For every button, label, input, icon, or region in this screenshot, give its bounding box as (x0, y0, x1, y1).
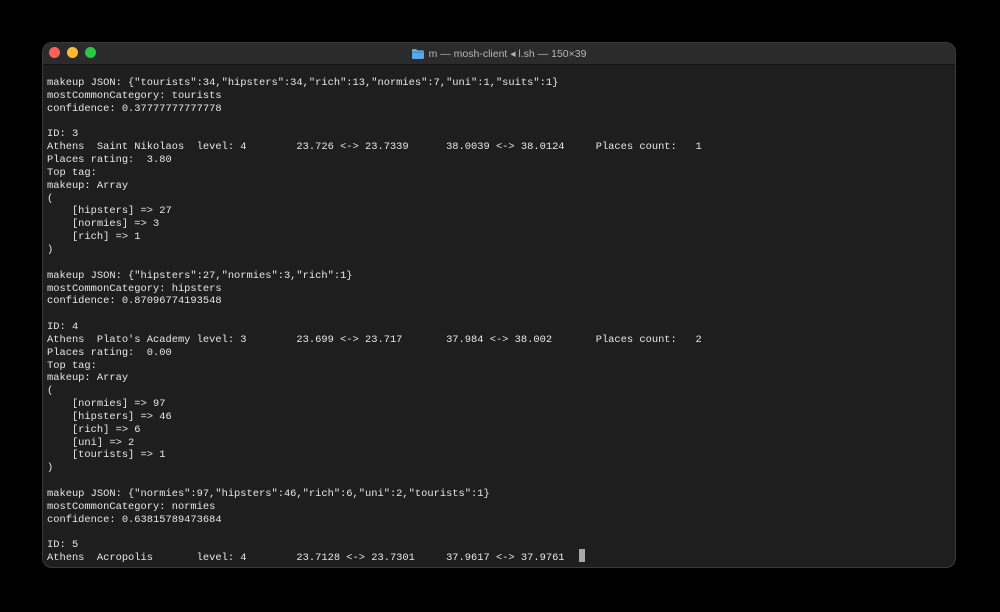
terminal-line: [normies] => 3 (47, 218, 160, 231)
terminal-line: [hipsters] => 27 (47, 205, 172, 218)
terminal-line: Top tag: (47, 166, 97, 179)
terminal-line: Athens Plato's Academy level: 3 23.699 <… (47, 333, 702, 346)
terminal-line: [rich] => 6 (47, 423, 141, 436)
terminal-line: confidence: 0.63815789473684 (47, 513, 222, 526)
terminal-line: ( (47, 192, 54, 205)
terminal-line: makeup JSON: {"hipsters":27,"normies":3,… (47, 269, 353, 282)
terminal-line: ID: 3 (47, 128, 79, 141)
terminal-line: makeup: Array (47, 372, 129, 385)
terminal-line: mostCommonCategory: normies (47, 500, 216, 513)
terminal-line: [tourists] => 1 (47, 449, 166, 462)
terminal-window: m — mosh-client ◂ l.sh — 150×39 makeup J… (42, 42, 956, 568)
terminal-line: [rich] => 1 (47, 231, 141, 244)
terminal-line: ID: 5 (47, 539, 79, 552)
window-title-container: m — mosh-client ◂ l.sh — 150×39 (43, 43, 955, 65)
terminal-line: [hipsters] => 46 (47, 410, 172, 423)
folder-icon (411, 49, 424, 59)
terminal-line: makeup JSON: {"tourists":34,"hipsters":3… (47, 77, 559, 89)
terminal-line: ) (47, 462, 54, 475)
terminal-line: mostCommonCategory: hipsters (47, 282, 222, 295)
window-title: m — mosh-client ◂ l.sh — 150×39 (428, 48, 587, 60)
terminal-line: Top tag: (47, 359, 97, 372)
terminal-line: [uni] => 2 (47, 436, 135, 449)
title-bar[interactable]: m — mosh-client ◂ l.sh — 150×39 (43, 43, 955, 65)
terminal-line: ) (47, 243, 54, 256)
terminal-line: confidence: 0.37777777777778 (47, 102, 222, 115)
terminal-line: Places rating: 0.00 (47, 346, 172, 359)
terminal-line: Athens Saint Nikolaos level: 4 23.726 <-… (47, 141, 702, 154)
terminal-line: confidence: 0.87096774193548 (47, 295, 222, 308)
terminal-line: Places rating: 3.80 (47, 154, 172, 167)
terminal-output[interactable]: makeup JSON: {"tourists":34,"hipsters":3… (47, 77, 951, 567)
terminal-line: mostCommonCategory: tourists (47, 89, 222, 102)
terminal-cursor (579, 549, 585, 562)
terminal-line: Athens Acropolis level: 4 23.7128 <-> 23… (47, 552, 565, 565)
terminal-line: ( (47, 385, 54, 398)
terminal-line: [normies] => 97 (47, 398, 166, 411)
terminal-line: makeup JSON: {"normies":97,"hipsters":46… (47, 488, 490, 500)
terminal-line: ID: 4 (47, 321, 79, 334)
terminal-line: makeup: Array (47, 179, 129, 192)
